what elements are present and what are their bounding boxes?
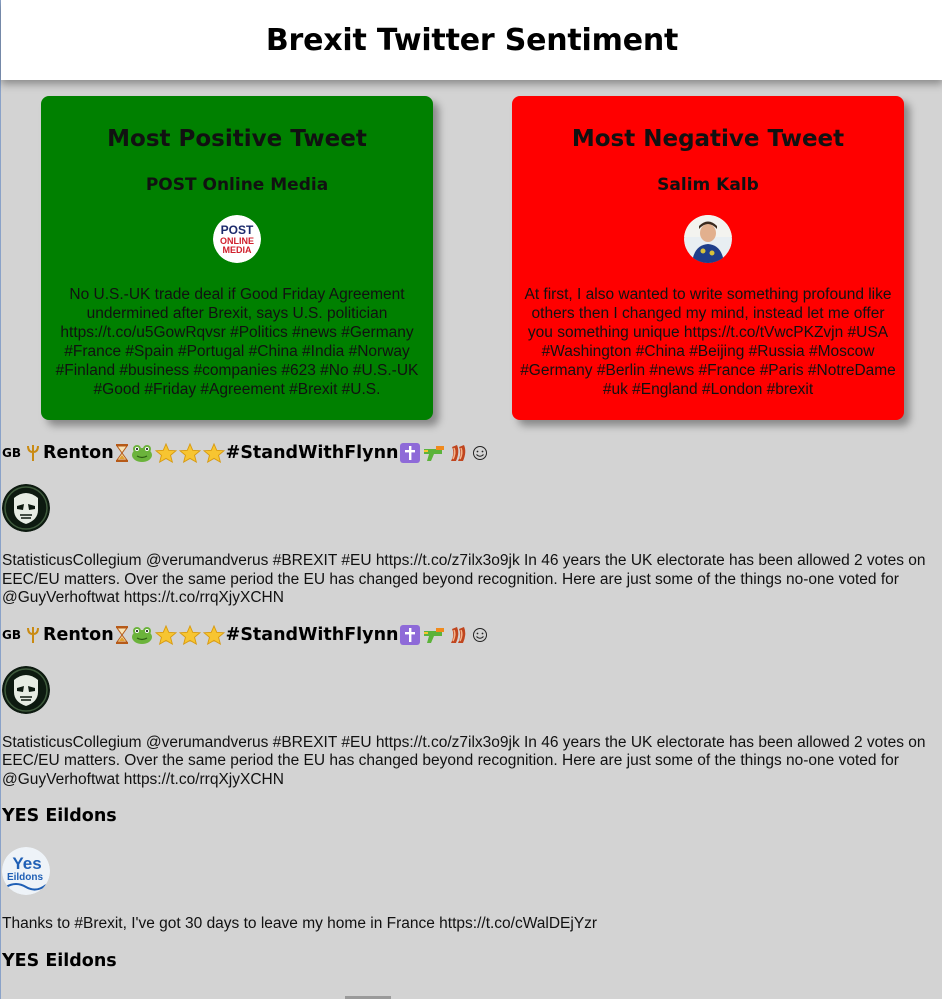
tweet-user-name-text: Renton: [43, 443, 114, 463]
tweet-user-name: GB Renton #StandWithFlynn: [2, 618, 942, 652]
star-icon: [178, 443, 201, 463]
tweet-item: GB Renton #StandWithFlynn StatisticusCol…: [2, 436, 942, 608]
positive-heading: Most Positive Tweet: [107, 126, 367, 152]
tweet-item: GB Renton #StandWithFlynn StatisticusCol…: [2, 618, 942, 790]
bacon-icon: [450, 445, 465, 461]
most-negative-card: Most Negative Tweet Salim Kalb At first,…: [512, 96, 904, 420]
tweet-text: StatisticusCollegium @verumandverus #BRE…: [2, 733, 926, 788]
tweet-feed: GB Renton #StandWithFlynn StatisticusCol…: [2, 436, 942, 988]
most-positive-card: Most Positive Tweet POST Online Media PO…: [41, 96, 433, 420]
avatar-logo-eildons: Eildons: [7, 872, 44, 883]
smiley-icon: [472, 446, 487, 460]
tweet-text: StatisticusCollegium @verumandverus #BRE…: [2, 552, 926, 606]
avatar-logo-post: POST: [221, 223, 254, 237]
water-gun-icon: [423, 446, 444, 461]
tweet-item: YES Eildons Yes Eildons Thanks to #Brexi…: [2, 799, 942, 934]
positive-tweet-text: No U.S.-UK trade deal if Good Friday Agr…: [55, 286, 419, 398]
star-icon: [154, 624, 177, 645]
tweet-text: Thanks to #Brexit, I've got 30 days to l…: [2, 915, 598, 932]
hourglass-icon: [115, 625, 128, 644]
negative-heading: Most Negative Tweet: [571, 126, 845, 152]
flag-gb-label: GB: [2, 627, 21, 642]
negative-user-avatar: [684, 215, 732, 263]
avatar-logo-media: MEDIA: [223, 245, 253, 255]
smiley-icon: [472, 627, 487, 642]
bacon-icon: [450, 626, 465, 643]
flag-gb-label: GB: [2, 446, 21, 460]
frog-icon: [131, 626, 152, 644]
negative-tweet-text: At first, I also wanted to write somethi…: [520, 286, 896, 398]
negative-user-name: Salim Kalb: [657, 175, 759, 195]
star-icon: [202, 443, 225, 463]
tweet-user-avatar: [2, 484, 50, 532]
trident-icon: [27, 445, 39, 461]
star-icon: [178, 624, 201, 645]
tweet-user-name: YES Eildons: [2, 950, 117, 971]
cross-icon: [399, 624, 420, 645]
water-gun-icon: [423, 627, 444, 643]
tweet-user-hashtag: #StandWithFlynn: [225, 443, 399, 463]
star-icon: [154, 443, 177, 463]
trident-icon: [27, 626, 39, 643]
avatar-logo-yes: Yes: [12, 854, 41, 873]
positive-user-avatar: POST ONLINE MEDIA: [213, 215, 261, 263]
star-icon: [202, 624, 225, 645]
page-header: Brexit Twitter Sentiment: [1, 0, 942, 80]
tweet-user-name-text: Renton: [43, 624, 114, 645]
cross-icon: [399, 443, 420, 463]
page-title: Brexit Twitter Sentiment: [265, 22, 679, 58]
tweet-item: YES Eildons: [2, 944, 942, 978]
tweet-user-name: GB Renton #StandWithFlynn: [2, 436, 942, 470]
tweet-user-name: YES Eildons: [2, 806, 117, 826]
frog-icon: [131, 445, 152, 462]
tweet-user-hashtag: #StandWithFlynn: [225, 624, 399, 645]
tweet-user-avatar: [2, 665, 50, 714]
positive-user-name: POST Online Media: [145, 175, 329, 195]
hourglass-icon: [115, 444, 128, 462]
tweet-user-avatar: Yes Eildons: [2, 847, 50, 895]
